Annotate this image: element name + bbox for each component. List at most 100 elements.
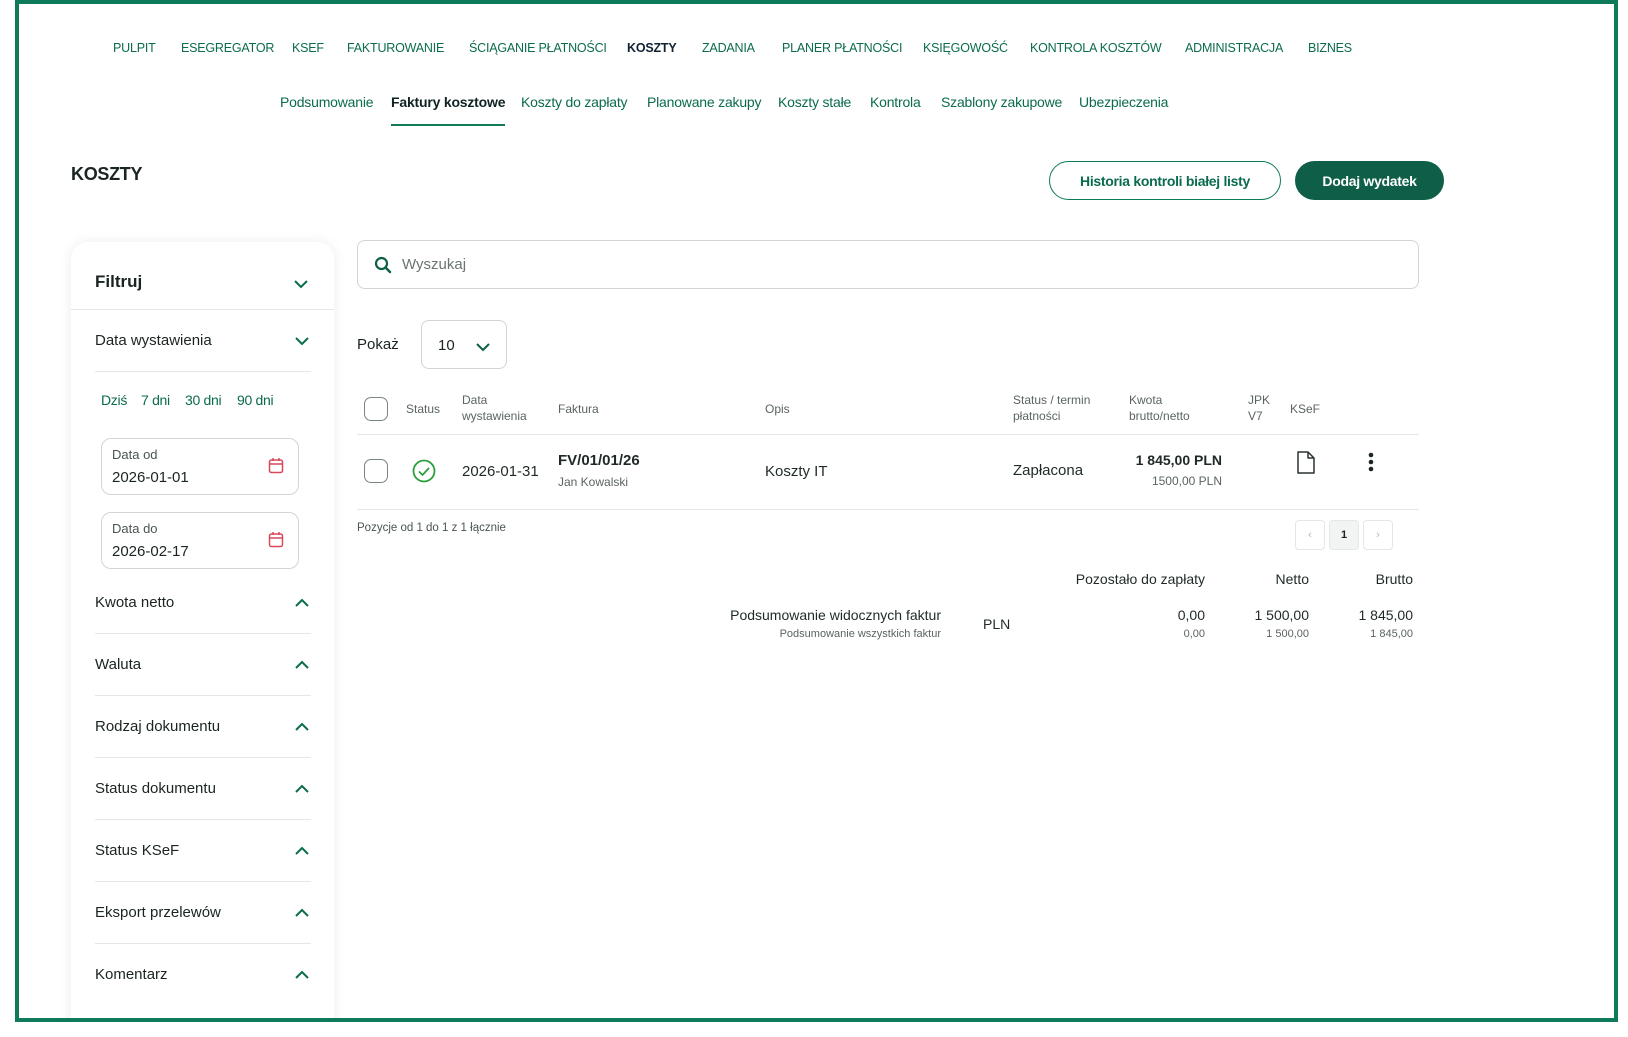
summary-all-remaining: 0,00 (1183, 628, 1205, 640)
nav-administracja[interactable]: ADMINISTRACJA (1185, 41, 1283, 55)
chevron-up-icon[interactable] (293, 904, 311, 922)
quick-filter-30-days[interactable]: 30 dni (185, 392, 222, 408)
row-checkbox[interactable] (364, 459, 388, 483)
calendar-icon[interactable] (268, 457, 284, 474)
tab-koszty-do-zaplaty[interactable]: Koszty do zapłaty (521, 94, 628, 110)
chevron-up-icon[interactable] (293, 594, 311, 612)
filter-section-label: Rodzaj dokumentu (95, 718, 221, 735)
summary-visible-label: Podsumowanie widocznych faktur (730, 607, 941, 623)
filter-section-ksef-status[interactable]: Status KSeF (95, 820, 311, 882)
filter-section-document-type[interactable]: Rodzaj dokumentu (95, 696, 311, 758)
nav-zadania[interactable]: ZADANIA (702, 41, 755, 55)
pagination-prev-button[interactable]: ‹ (1295, 520, 1325, 550)
row-contractor: Jan Kowalski (558, 475, 629, 489)
tab-szablony-zakupowe[interactable]: Szablony zakupowe (941, 94, 1062, 110)
select-all-checkbox[interactable] (364, 397, 388, 421)
chevron-up-icon[interactable] (293, 780, 311, 798)
calendar-icon[interactable] (268, 531, 284, 548)
filter-section-currency[interactable]: Waluta (95, 634, 311, 696)
filter-title: Filtruj (95, 272, 143, 291)
header-invoice[interactable]: Faktura (558, 402, 599, 417)
row-description: Koszty IT (765, 463, 828, 480)
nav-ksef[interactable]: KSEF (292, 41, 324, 55)
nav-sciaganie-platnosci[interactable]: ŚCIĄGANIE PŁATNOŚCI (469, 41, 607, 55)
history-button[interactable]: Historia kontroli białej listy (1049, 161, 1281, 200)
nav-pulpit[interactable]: PULPIT (113, 41, 156, 55)
header-ksef[interactable]: KSeF (1290, 402, 1320, 417)
summary-visible-gross: 1 845,00 (1358, 607, 1414, 623)
nav-fakturowanie[interactable]: FAKTUROWANIE (347, 41, 444, 55)
summary-visible-net: 1 500,00 (1254, 607, 1310, 623)
summary-visible-remaining: 0,00 (1177, 607, 1205, 623)
nav-ksiegowosc[interactable]: KSIĘGOWOŚĆ (923, 41, 1008, 55)
header-date-line1[interactable]: Data (462, 393, 487, 408)
tab-faktury-kosztowe[interactable]: Faktury kosztowe (391, 94, 505, 110)
pagination-next-button[interactable]: › (1363, 520, 1393, 550)
tab-koszty-stale[interactable]: Koszty stałe (778, 94, 851, 110)
filter-section-transfer-export[interactable]: Eksport przelewów (95, 882, 311, 944)
search-icon (374, 256, 392, 274)
page-title: KOSZTY (71, 164, 143, 184)
filter-section-label: Eksport przelewów (95, 904, 221, 921)
tab-ubezpieczenia[interactable]: Ubezpieczenia (1079, 94, 1168, 110)
header-amount-line2[interactable]: brutto/netto (1129, 409, 1190, 424)
nav-planer-platnosci[interactable]: PLANER PŁATNOŚCI (782, 41, 902, 55)
date-to-value: 2026-02-17 (112, 543, 189, 560)
summary-all-gross: 1 845,00 (1370, 628, 1413, 640)
summary-header-gross: Brutto (1375, 571, 1413, 587)
header-date-line2[interactable]: wystawienia (462, 409, 527, 424)
add-expense-button[interactable]: Dodaj wydatek (1295, 161, 1444, 200)
filter-section-date[interactable]: Data wystawienia (95, 310, 311, 372)
row-gross-amount: 1 845,00 PLN (1135, 452, 1222, 468)
filter-section-label: Waluta (95, 656, 142, 673)
chevron-up-icon[interactable] (293, 656, 311, 674)
header-amount-line1[interactable]: Kwota (1129, 393, 1162, 408)
chevron-down-icon (476, 343, 490, 352)
nav-kontrola-kosztow[interactable]: KONTROLA KOSZTÓW (1030, 41, 1162, 55)
quick-filter-today[interactable]: Dziś (101, 392, 127, 408)
filter-header[interactable]: Filtruj (71, 242, 334, 310)
chevron-down-icon[interactable] (293, 332, 311, 350)
tab-kontrola[interactable]: Kontrola (870, 94, 921, 110)
tab-planowane-zakupy[interactable]: Planowane zakupy (647, 94, 762, 110)
divider (357, 434, 1419, 435)
header-jpk-line2[interactable]: V7 (1248, 409, 1263, 424)
filter-section-document-status[interactable]: Status dokumentu (95, 758, 311, 820)
pagination-page-1[interactable]: 1 (1329, 520, 1359, 550)
row-net-amount: 1500,00 PLN (1151, 474, 1222, 488)
filter-section-label: Status dokumentu (95, 780, 216, 797)
nav-esegregator[interactable]: ESEGREGATOR (181, 41, 274, 55)
chevron-up-icon[interactable] (293, 842, 311, 860)
summary-all-net: 1 500,00 (1266, 628, 1309, 640)
more-options-icon[interactable] (1367, 451, 1375, 473)
document-icon[interactable] (1296, 450, 1316, 475)
filter-section-label: Status KSeF (95, 842, 180, 859)
filter-section-net-amount[interactable]: Kwota netto (95, 572, 311, 634)
filter-section-comment[interactable]: Komentarz (95, 944, 311, 1006)
header-status[interactable]: Status (406, 402, 440, 417)
header-payment-line1[interactable]: Status / termin (1013, 393, 1090, 408)
summary-all-label: Podsumowanie wszystkich faktur (779, 628, 941, 640)
divider (357, 509, 1419, 510)
search-placeholder: Wyszukaj (402, 256, 467, 273)
nav-biznes[interactable]: BIZNES (1308, 41, 1352, 55)
page-size-select[interactable]: 10 (421, 320, 507, 369)
header-description[interactable]: Opis (765, 402, 790, 417)
quick-filter-7-days[interactable]: 7 dni (141, 392, 170, 408)
quick-filter-90-days[interactable]: 90 dni (237, 392, 274, 408)
row-invoice-number[interactable]: FV/01/01/26 (558, 452, 640, 469)
summary-currency: PLN (983, 616, 1011, 632)
date-from-field[interactable]: Data od 2026-01-01 (101, 438, 299, 495)
tab-podsumowanie[interactable]: Podsumowanie (280, 94, 374, 110)
nav-koszty[interactable]: KOSZTY (627, 41, 677, 55)
header-jpk-line1[interactable]: JPK (1248, 393, 1270, 408)
search-input[interactable]: Wyszukaj (357, 240, 1419, 289)
chevron-down-icon[interactable] (292, 275, 310, 293)
date-to-field[interactable]: Data do 2026-02-17 (101, 512, 299, 569)
date-from-value: 2026-01-01 (112, 469, 189, 486)
page-size-value: 10 (438, 337, 455, 354)
chevron-up-icon[interactable] (293, 966, 311, 984)
header-payment-line2[interactable]: płatności (1013, 409, 1060, 424)
chevron-up-icon[interactable] (293, 718, 311, 736)
app-frame: PULPIT ESEGREGATOR KSEF FAKTUROWANIE ŚCI… (15, 0, 1618, 1022)
